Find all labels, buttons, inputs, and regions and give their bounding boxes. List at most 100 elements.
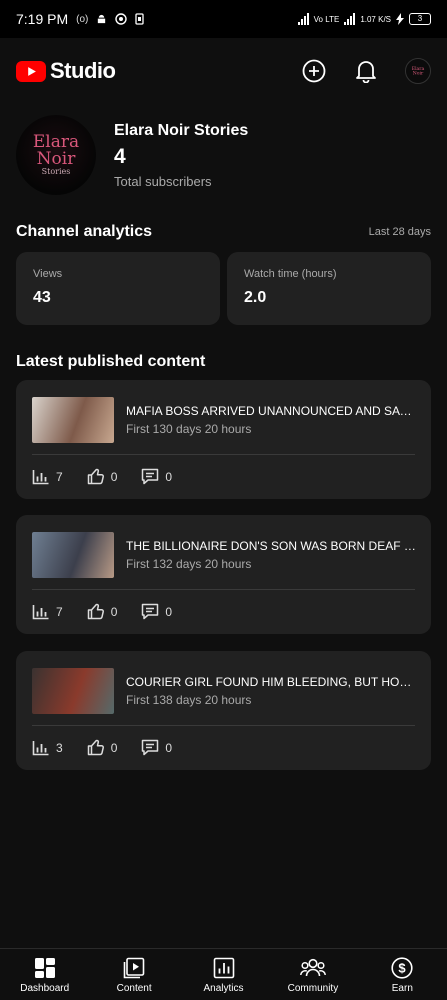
comments-stat[interactable]: 0 bbox=[141, 468, 172, 485]
metric-label: Watch time (hours) bbox=[244, 268, 337, 280]
latest-content-title: Latest published content bbox=[16, 353, 206, 370]
video-title: MAFIA BOSS ARRIVED UNANNOUNCED AND SAW T… bbox=[126, 404, 418, 418]
nav-label: Community bbox=[287, 983, 339, 994]
video-age: First 130 days 20 hours bbox=[126, 422, 252, 436]
status-time: 7:19 PM bbox=[16, 11, 69, 27]
comments-stat[interactable]: 0 bbox=[141, 739, 172, 756]
analytics-title: Channel analytics bbox=[16, 223, 153, 240]
app-name: Studio bbox=[50, 58, 116, 83]
likes-count: 0 bbox=[110, 469, 118, 484]
analytics-range: Last 28 days bbox=[368, 226, 431, 238]
content-card[interactable]: THE BILLIONAIRE DON'S SON WAS BORN DEAF … bbox=[16, 515, 431, 634]
video-age: First 132 days 20 hours bbox=[126, 557, 252, 571]
channel-logo-mini: ElaraNoir bbox=[406, 59, 430, 83]
notifications-button[interactable] bbox=[353, 58, 379, 84]
views-count: 7 bbox=[56, 469, 63, 484]
comments-count: 0 bbox=[165, 469, 173, 484]
likes-stat[interactable]: 0 bbox=[87, 468, 118, 485]
comments-count: 0 bbox=[165, 604, 173, 619]
nav-dashboard[interactable]: Dashboard bbox=[0, 949, 89, 1000]
svg-text:Noir: Noir bbox=[413, 71, 424, 77]
channel-avatar[interactable]: Elara Noir Stories bbox=[16, 115, 96, 195]
views-bars-icon bbox=[32, 469, 49, 484]
views-count: 3 bbox=[56, 740, 63, 755]
dashboard-icon bbox=[34, 958, 55, 978]
battery-icon: 3 bbox=[409, 13, 431, 25]
content-card[interactable]: COURIER GIRL FOUND HIM BLEEDING, BUT HOL… bbox=[16, 651, 431, 770]
views-bars-icon bbox=[32, 740, 49, 755]
video-age: First 138 days 20 hours bbox=[126, 693, 252, 707]
svg-text:$: $ bbox=[399, 961, 407, 976]
channel-summary: Elara Noir Stories Elara Noir Stories 4 … bbox=[16, 115, 248, 195]
comment-icon bbox=[142, 603, 159, 620]
signal-icon bbox=[297, 13, 309, 25]
android-icon bbox=[98, 14, 106, 23]
subscriber-label: Total subscribers bbox=[114, 173, 212, 189]
comments-count: 0 bbox=[165, 740, 173, 755]
earn-icon: $ bbox=[391, 957, 413, 979]
network-label: Vo LTE bbox=[313, 14, 340, 24]
channel-avatar-line-3: Stories bbox=[41, 167, 71, 176]
whatsapp-icon bbox=[115, 13, 128, 25]
nav-label: Content bbox=[116, 983, 152, 994]
video-thumbnail[interactable] bbox=[32, 532, 114, 578]
views-count: 7 bbox=[56, 604, 63, 619]
youtube-play-icon bbox=[16, 60, 46, 82]
likes-count: 0 bbox=[110, 604, 118, 619]
bell-icon bbox=[356, 61, 376, 83]
video-title: THE BILLIONAIRE DON'S SON WAS BORN DEAF … bbox=[126, 539, 418, 553]
card-divider bbox=[32, 589, 415, 590]
metric-value: 2.0 bbox=[244, 289, 267, 306]
video-stats: 3 0 0 bbox=[32, 739, 196, 756]
sim-icon bbox=[135, 13, 145, 25]
views-stat[interactable]: 7 bbox=[32, 604, 63, 620]
comments-stat[interactable]: 0 bbox=[141, 603, 172, 620]
views-stat[interactable]: 3 bbox=[32, 740, 63, 756]
charging-icon bbox=[396, 13, 404, 25]
video-stats: 7 0 0 bbox=[32, 468, 196, 485]
video-thumbnail[interactable] bbox=[32, 397, 114, 443]
views-bars-icon bbox=[32, 604, 49, 619]
signal-icon-2 bbox=[344, 13, 356, 25]
comment-icon bbox=[142, 739, 159, 756]
add-circle-icon bbox=[302, 59, 326, 83]
views-metric-card[interactable]: Views 43 bbox=[16, 252, 220, 325]
metric-value: 43 bbox=[33, 289, 51, 306]
nav-label: Earn bbox=[391, 983, 413, 994]
subscriber-count: 4 bbox=[114, 144, 126, 168]
video-stats: 7 0 0 bbox=[32, 603, 196, 620]
speed-label: 1.07 K/S bbox=[360, 14, 391, 24]
likes-count: 0 bbox=[110, 740, 118, 755]
hotspot-icon: (o) bbox=[76, 13, 89, 25]
watch-time-metric-card[interactable]: Watch time (hours) 2.0 bbox=[227, 252, 431, 325]
views-stat[interactable]: 7 bbox=[32, 469, 63, 485]
video-title: COURIER GIRL FOUND HIM BLEEDING, BUT HOL… bbox=[126, 675, 418, 689]
content-card[interactable]: MAFIA BOSS ARRIVED UNANNOUNCED AND SAW T… bbox=[16, 380, 431, 499]
thumbs-up-icon bbox=[87, 468, 104, 485]
create-button[interactable] bbox=[301, 58, 327, 84]
likes-stat[interactable]: 0 bbox=[87, 739, 118, 756]
analytics-icon bbox=[213, 957, 234, 979]
channel-name: Elara Noir Stories bbox=[114, 121, 249, 139]
nav-label: Analytics bbox=[203, 983, 244, 994]
nav-content[interactable]: Content bbox=[89, 949, 178, 1000]
nav-analytics[interactable]: Analytics bbox=[179, 949, 268, 1000]
content-icon bbox=[123, 957, 145, 979]
thumbs-up-icon bbox=[87, 603, 104, 620]
bottom-nav: Dashboard Content Analytics Community $ … bbox=[0, 948, 447, 1000]
channel-avatar-line-2: Noir bbox=[36, 149, 76, 169]
likes-stat[interactable]: 0 bbox=[87, 603, 118, 620]
thumbs-up-icon bbox=[87, 739, 104, 756]
community-icon bbox=[299, 958, 326, 977]
nav-community[interactable]: Community bbox=[268, 949, 357, 1000]
account-avatar[interactable]: Elara Noir bbox=[405, 58, 431, 84]
nav-earn[interactable]: $ Earn bbox=[358, 949, 447, 1000]
video-thumbnail[interactable] bbox=[32, 668, 114, 714]
comment-icon bbox=[142, 468, 159, 485]
status-bar: 7:19 PM (o) Vo LTE 1.07 K/S 3 bbox=[0, 0, 447, 38]
card-divider bbox=[32, 725, 415, 726]
app-header: Studio Elara Noir bbox=[0, 44, 447, 98]
card-divider bbox=[32, 454, 415, 455]
nav-label: Dashboard bbox=[20, 983, 70, 994]
studio-logo[interactable]: Studio bbox=[16, 58, 116, 84]
